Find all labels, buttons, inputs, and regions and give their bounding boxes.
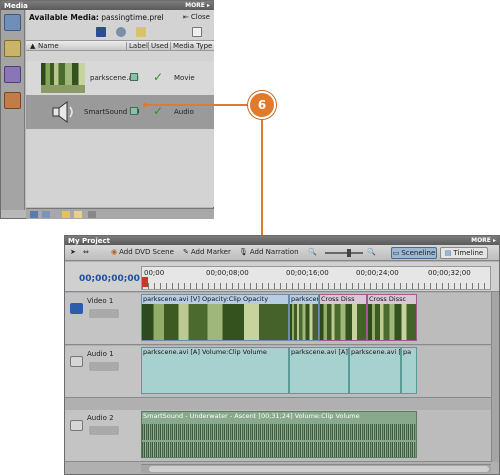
selection-tool-button[interactable]: ➤ <box>70 248 76 256</box>
ruler-tick-label: 00;00;32;00 <box>428 269 471 277</box>
timeline-button[interactable]: ▤ Timeline <box>440 247 488 259</box>
callout-badge: 6 <box>248 91 276 119</box>
clip-label: parkscene.avi [A] <box>351 348 401 356</box>
clip-label: Cross Dissc <box>369 295 407 303</box>
add-dvd-scene-button[interactable]: ◉ Add DVD Scene <box>111 248 174 256</box>
timeline-ruler[interactable]: 00;00 00;00;08;00 00;00;16;00 00;00;24;0… <box>141 266 491 290</box>
ruler-tick-label: 00;00;08;00 <box>206 269 249 277</box>
track-audio2: SmartSound - Underwater - Ascent [00;31;… <box>141 410 491 462</box>
clip-thumbnail <box>290 304 318 340</box>
project-toolbar: ➤ ⇔ ◉ Add DVD Scene ✎ Add Marker 🎙 Add N… <box>65 245 499 261</box>
timeline-label: Timeline <box>453 249 484 257</box>
timeline-icon: ▤ <box>444 249 452 257</box>
scrollbar-thumb[interactable] <box>149 466 489 472</box>
add-marker-button[interactable]: ✎ Add Marker <box>183 248 231 256</box>
ruler-tick-label: 00;00 <box>144 269 165 277</box>
transition-clip[interactable]: Cross Dissc <box>367 294 417 341</box>
horizontal-scrollbar[interactable] <box>141 464 491 473</box>
add-marker-label: Add Marker <box>190 248 231 256</box>
video-clip[interactable]: parkscene <box>289 294 319 341</box>
playhead[interactable] <box>142 277 148 287</box>
audio-clip[interactable]: SmartSound - Underwater - Ascent [00;31;… <box>141 411 417 458</box>
track-video1: parkscene.avi [V] Opacity:Clip Opacity p… <box>141 293 491 345</box>
track-header-video1: Video 1 <box>65 293 141 345</box>
ruler-ticks <box>142 283 490 289</box>
track-keyframe-control[interactable] <box>89 362 119 371</box>
zoom-out-icon: 🔍 <box>308 248 317 256</box>
audio-clip[interactable]: pa <box>401 347 417 394</box>
marker-icon: ✎ <box>183 248 189 256</box>
dvd-icon: ◉ <box>111 248 118 256</box>
audio-clip[interactable]: parkscene.avi [A] <box>349 347 401 394</box>
ruler-tick-label: 00;00;16;00 <box>286 269 329 277</box>
video-track-icon[interactable] <box>70 303 83 314</box>
clip-label: pa <box>403 348 412 356</box>
clip-label: SmartSound - Underwater - Ascent [00;31;… <box>143 412 360 420</box>
clip-thumbnail <box>320 304 366 340</box>
track-header-audio2: Audio 2 <box>65 410 141 462</box>
project-more-button[interactable]: MORE ▸ <box>471 237 496 244</box>
waveform <box>142 442 416 457</box>
clip-label: parkscene.avi [V] Opacity:Clip Opacity <box>143 295 269 303</box>
video-clip[interactable]: parkscene.avi [V] Opacity:Clip Opacity <box>141 294 289 341</box>
add-narration-label: Add Narration <box>249 248 299 256</box>
timeline-ruler-area: 00;00;00;00 00;00 00;00;08;00 00;00;16;0… <box>65 262 499 292</box>
project-panel-header: My Project MORE ▸ <box>65 236 499 245</box>
speaker-icon[interactable] <box>70 420 83 431</box>
clip-label: parkscene.avi [A] <box>291 348 348 356</box>
clip-label: parkscene.avi [A] Volume:Clip Volume <box>143 348 267 356</box>
zoom-slider[interactable] <box>325 249 363 257</box>
sceneline-label: Sceneline <box>401 249 436 257</box>
microphone-icon: 🎙 <box>239 248 248 256</box>
arrow-icon: ➤ <box>70 248 76 256</box>
clip-thumbnail <box>142 304 288 340</box>
track-name: Audio 1 <box>87 350 114 358</box>
track-keyframe-control[interactable] <box>89 426 119 435</box>
zoom-in-button[interactable]: 🔍 <box>367 248 376 256</box>
project-panel: My Project MORE ▸ ➤ ⇔ ◉ Add DVD Scene ✎ … <box>64 235 500 475</box>
track-name: Audio 2 <box>87 414 114 422</box>
audio-clip[interactable]: parkscene.avi [A] Volume:Clip Volume <box>141 347 289 394</box>
clip-thumbnail <box>368 304 416 340</box>
track-audio1: parkscene.avi [A] Volume:Clip Volume par… <box>141 346 491 398</box>
project-panel-title: My Project <box>68 236 110 245</box>
transition-clip[interactable]: Cross Diss <box>319 294 367 341</box>
clip-label: Cross Diss <box>321 295 355 303</box>
add-dvd-scene-label: Add DVD Scene <box>119 248 174 256</box>
track-name: Video 1 <box>87 297 114 305</box>
current-timecode[interactable]: 00;00;00;00 <box>79 274 140 284</box>
zoom-out-button[interactable]: 🔍 <box>308 248 317 256</box>
vertical-scrollbar[interactable] <box>491 292 499 462</box>
sceneline-button[interactable]: ▭ Sceneline <box>391 247 437 259</box>
track-keyframe-control[interactable] <box>89 309 119 318</box>
sceneline-icon: ▭ <box>392 249 400 257</box>
zoom-slider-thumb[interactable] <box>347 249 351 257</box>
time-stretch-button[interactable]: ⇔ <box>83 248 89 256</box>
zoom-in-icon: 🔍 <box>367 248 376 256</box>
track-header-audio1: Audio 1 <box>65 346 141 398</box>
clip-label: parkscene <box>291 295 318 303</box>
stretch-icon: ⇔ <box>83 248 89 256</box>
waveform <box>142 424 416 440</box>
add-narration-button[interactable]: 🎙 Add Narration <box>239 248 299 256</box>
ruler-tick-label: 00;00;24;00 <box>356 269 399 277</box>
speaker-icon[interactable] <box>70 356 83 367</box>
audio-clip[interactable]: parkscene.avi [A] <box>289 347 349 394</box>
